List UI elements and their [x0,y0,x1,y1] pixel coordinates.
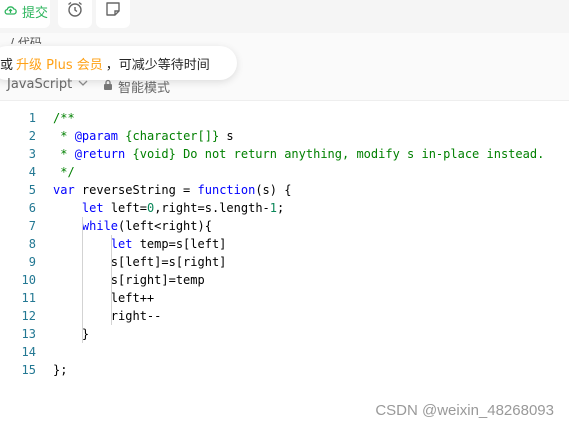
code-token: let [81,201,104,215]
code-text: while(left<right){ [53,217,212,235]
code-text: s[right]=temp [53,271,205,289]
language-select[interactable]: JavaScript [7,77,88,92]
code-token: {void} [125,147,184,161]
line-number: 12 [21,309,36,323]
code-token: s[right]=temp [53,273,205,287]
plus-upgrade-tooltip[interactable]: 或 升级 Plus 会员 ，可减少等待时间 [0,46,237,80]
line-number: 4 [28,165,36,179]
code-token: Do not return anything, modify s in-plac… [183,147,545,161]
line-number: 11 [21,291,36,305]
code-line[interactable]: 4 */ [0,163,569,181]
code-line[interactable]: 11 left++ [0,289,569,307]
code-text: }; [53,361,67,379]
code-editor[interactable]: 1/** 2 * @param {character[]} s3 * @retur… [0,109,569,379]
indent-guide [111,235,112,325]
code-line[interactable]: 10 s[right]=temp [0,271,569,289]
smart-mode-toggle[interactable]: 智能模式 [103,77,170,96]
code-line[interactable]: 5 var reverseString = function(s) { [0,181,569,199]
code-text: let left=0,right=s.length-1; [53,199,284,217]
language-label: JavaScript [7,77,73,92]
code-token: {character[]} [118,129,227,143]
alarm-clock-icon [66,0,84,22]
code-line[interactable]: 15}; [0,361,569,379]
lock-icon [103,79,113,95]
code-token: while [81,219,119,233]
plus-upgrade-link[interactable]: 升级 Plus 会员 [16,54,103,73]
code-token: } [53,327,90,341]
code-token: (left<right){ [118,219,212,233]
line-number: 2 [28,129,36,143]
line-number: 7 [28,219,36,233]
code-text: var reverseString = function(s) { [53,181,291,199]
line-number: 5 [28,183,36,197]
code-token: ; [277,201,285,215]
code-line[interactable]: 8 let temp=s[left] [0,235,569,253]
watermark: CSDN @weixin_48268093 [375,402,554,419]
code-token: (s) { [255,183,292,197]
note-icon [104,0,122,22]
code-line[interactable]: 3 * @return {void} Do not return anythin… [0,145,569,163]
line-number: 13 [21,327,36,341]
line-number: 14 [21,345,36,359]
code-token: @return [74,147,126,161]
code-token: 1 [269,201,278,215]
mode-label: 智能模式 [118,81,171,96]
alarm-clock-button[interactable] [58,0,92,28]
code-token: }; [53,363,68,377]
cloud-upload-icon [4,4,17,19]
code-line[interactable]: 9 s[left]=s[right] [0,253,569,271]
code-token: right-- [53,309,162,323]
note-button[interactable] [96,0,130,28]
code-token: s [226,129,234,143]
code-token: ,right=s.length- [154,201,270,215]
code-token: left++ [53,291,155,305]
code-token: temp=s[left] [132,237,227,251]
code-line[interactable]: 2 * @param {character[]} s [0,127,569,145]
code-line[interactable]: 13 } [0,325,569,343]
code-token: left= [103,201,147,215]
code-text: /** [53,109,75,127]
code-token: */ [53,165,75,179]
code-text: * @param {character[]} s [53,127,234,145]
chevron-down-icon [78,79,88,90]
code-token: function [197,183,256,197]
code-text: right-- [53,307,162,325]
code-text: */ [53,163,75,181]
code-token: /** [53,111,75,125]
top-toolbar: 提交 [0,0,569,33]
line-number: 10 [21,273,36,287]
code-line[interactable]: 12 right-- [0,307,569,325]
code-token: @param [74,129,119,143]
tooltip-suffix: ，可减少等待时间 [105,57,210,73]
code-token: * [53,129,75,143]
code-token: * [53,147,75,161]
code-text: let temp=s[left] [53,235,227,253]
code-line[interactable]: 14 [0,343,569,361]
line-number: 6 [28,201,36,215]
code-text: * @return {void} Do not return anything,… [53,145,544,163]
code-token: var [53,183,75,197]
code-text: } [53,325,89,343]
line-number: 8 [28,237,36,251]
tooltip-prefix: 或 [0,57,14,73]
line-number: 15 [21,363,36,377]
code-line[interactable]: 6 let left=0,right=s.length-1; [0,199,569,217]
code-token: s[left]=s[right] [53,255,227,269]
code-token: reverseString = [74,183,198,197]
code-token: let [110,237,133,251]
code-line[interactable]: 1 /** [0,109,569,127]
line-number: 1 [28,111,36,125]
code-text: s[left]=s[right] [53,253,227,271]
code-line[interactable]: 7 while(left<right){ [0,217,569,235]
obscured-text: / 代码 [10,37,42,44]
line-number: 3 [28,147,36,161]
submit-button[interactable]: 提交 [0,0,50,28]
line-number: 9 [28,255,36,269]
indent-guide [82,217,83,343]
submit-label: 提交 [22,5,49,21]
code-text: left++ [53,289,154,307]
